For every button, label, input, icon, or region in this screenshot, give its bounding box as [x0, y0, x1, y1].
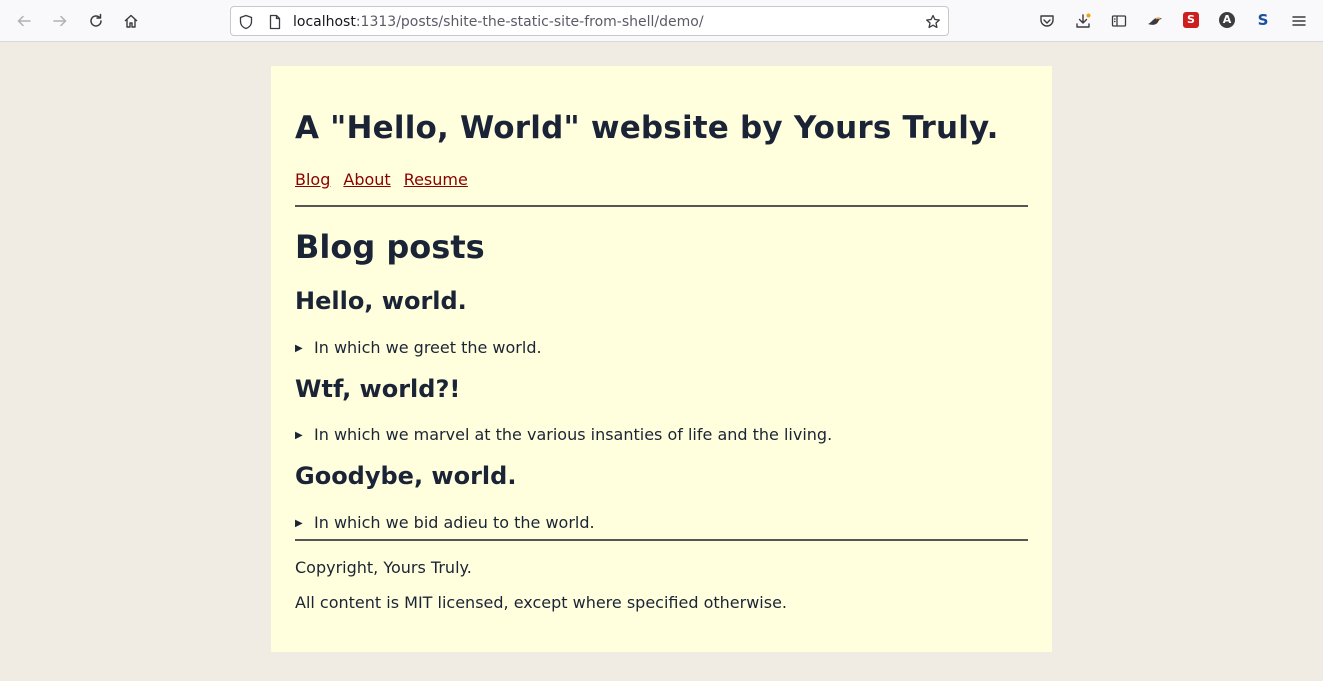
forward-arrow-icon [53, 15, 67, 27]
reload-button[interactable] [82, 7, 110, 35]
site-title: A "Hello, World" website by Yours Truly. [295, 110, 999, 146]
disclosure-triangle-icon: ▶ [295, 430, 303, 441]
disclosure-triangle-icon: ▶ [295, 518, 303, 529]
forward-button[interactable] [46, 7, 74, 35]
downloads-button[interactable] [1069, 7, 1097, 35]
footer-divider [295, 539, 1028, 541]
bookmark-star-icon[interactable] [925, 14, 941, 30]
disclosure-triangle-icon: ▶ [295, 343, 303, 354]
post-summary-toggle[interactable]: ▶ In which we marvel at the various insan… [295, 425, 832, 444]
url-host: localhost [293, 14, 356, 30]
post-summary-toggle[interactable]: ▶ In which we bid adieu to the world. [295, 513, 595, 532]
extension-bird-button[interactable] [1141, 7, 1169, 35]
footer-copyright: Copyright, Yours Truly. [295, 558, 472, 577]
pocket-icon [1040, 15, 1054, 27]
site-nav: Blog About Resume [295, 170, 481, 189]
home-button[interactable] [117, 7, 145, 35]
pocket-button[interactable] [1033, 7, 1061, 35]
address-bar[interactable]: localhost:1313/posts/shite-the-static-si… [230, 6, 949, 36]
extension-bird-icon [1148, 17, 1162, 25]
post-summary-text: In which we bid adieu to the world. [314, 513, 595, 532]
post-summary-toggle[interactable]: ▶ In which we greet the world. [295, 338, 542, 357]
header-divider [295, 205, 1028, 207]
url-path: :1313/posts/shite-the-static-site-from-s… [355, 14, 704, 30]
tracking-protection-shield-icon[interactable] [238, 14, 254, 30]
back-button[interactable] [10, 7, 38, 35]
extension-s-red-icon[interactable]: S [1183, 12, 1199, 28]
back-arrow-icon [17, 15, 31, 27]
nav-link-about[interactable]: About [343, 170, 390, 189]
reader-view-icon [1111, 15, 1127, 27]
extension-a-icon[interactable]: A [1219, 12, 1235, 28]
nav-link-resume[interactable]: Resume [404, 170, 468, 189]
page-container: A "Hello, World" website by Yours Truly.… [271, 66, 1052, 652]
extension-s-blue-icon[interactable]: S [1255, 12, 1271, 28]
post-title: Hello, world. [295, 287, 467, 315]
page-info-icon[interactable] [267, 14, 283, 30]
hamburger-menu-icon [1292, 16, 1306, 26]
page-heading: Blog posts [295, 228, 485, 266]
post-title: Wtf, world?! [295, 375, 461, 403]
post-summary-text: In which we marvel at the various insant… [314, 425, 833, 444]
browser-toolbar: localhost:1313/posts/shite-the-static-si… [0, 0, 1323, 42]
home-icon [124, 14, 138, 28]
footer-license: All content is MIT licensed, except wher… [295, 593, 787, 612]
post-title: Goodybe, world. [295, 462, 517, 490]
post-summary-text: In which we greet the world. [314, 338, 542, 357]
reader-view-button[interactable] [1105, 7, 1133, 35]
reload-icon [90, 13, 102, 27]
nav-link-blog[interactable]: Blog [295, 170, 330, 189]
downloads-icon [1076, 13, 1091, 28]
app-menu-button[interactable] [1285, 7, 1313, 35]
url-text[interactable]: localhost:1313/posts/shite-the-static-si… [293, 13, 704, 31]
